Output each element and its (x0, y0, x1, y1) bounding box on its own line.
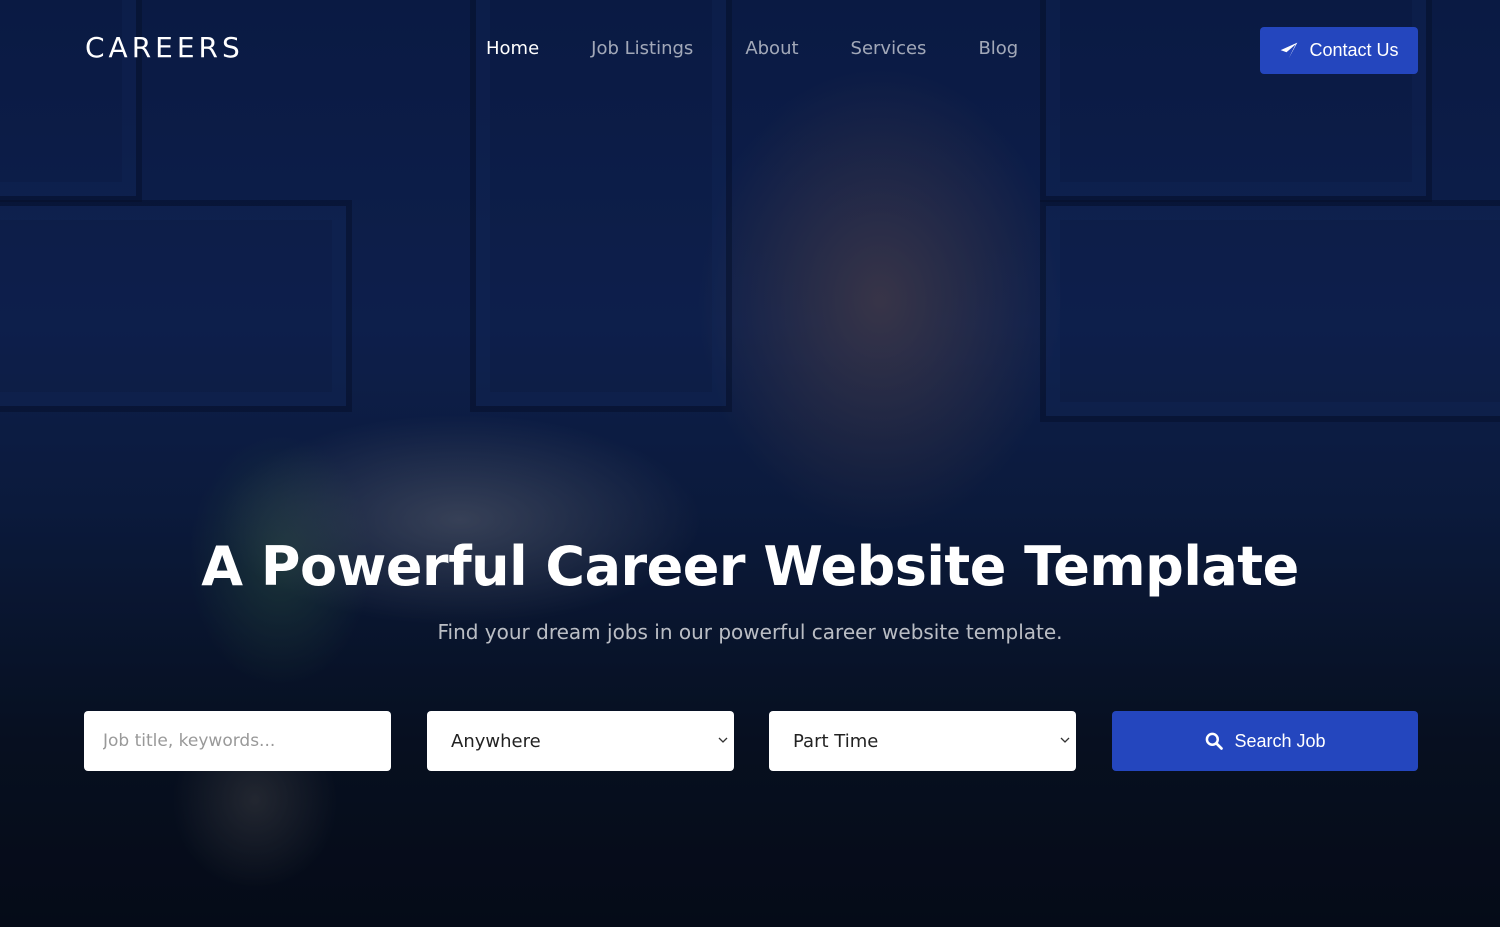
contact-us-button[interactable]: Contact Us (1260, 27, 1418, 74)
job-type-select-value: Part Time (793, 730, 879, 752)
brand-logo[interactable]: CAREERS (85, 31, 244, 64)
nav-link-services[interactable]: Services (851, 38, 927, 59)
chevron-down-icon (1060, 737, 1070, 743)
hero-overlay (0, 0, 1500, 927)
hero-title: A Powerful Career Website Template (201, 535, 1299, 598)
search-job-label: Search Job (1234, 730, 1326, 751)
keyword-input[interactable] (84, 711, 391, 771)
nav-link-blog[interactable]: Blog (978, 38, 1018, 59)
nav-link-about[interactable]: About (745, 38, 798, 59)
keyword-field (84, 711, 391, 771)
nav-links: Home Job Listings About Services Blog (486, 38, 1070, 59)
nav-link-job-listings[interactable]: Job Listings (591, 38, 693, 59)
navbar: CAREERS Home Job Listings About Services… (0, 0, 1500, 100)
search-job-button[interactable]: Search Job (1112, 711, 1418, 771)
paper-plane-icon (1281, 42, 1298, 58)
location-select-value: Anywhere (451, 730, 541, 752)
contact-us-label: Contact Us (1309, 40, 1399, 60)
chevron-down-icon (718, 737, 728, 743)
job-type-select[interactable]: Part Time (769, 711, 1076, 771)
hero-subtitle: Find your dream jobs in our powerful car… (437, 620, 1063, 644)
nav-link-home[interactable]: Home (486, 38, 539, 59)
location-select[interactable]: Anywhere (427, 711, 734, 771)
search-icon (1206, 732, 1224, 750)
